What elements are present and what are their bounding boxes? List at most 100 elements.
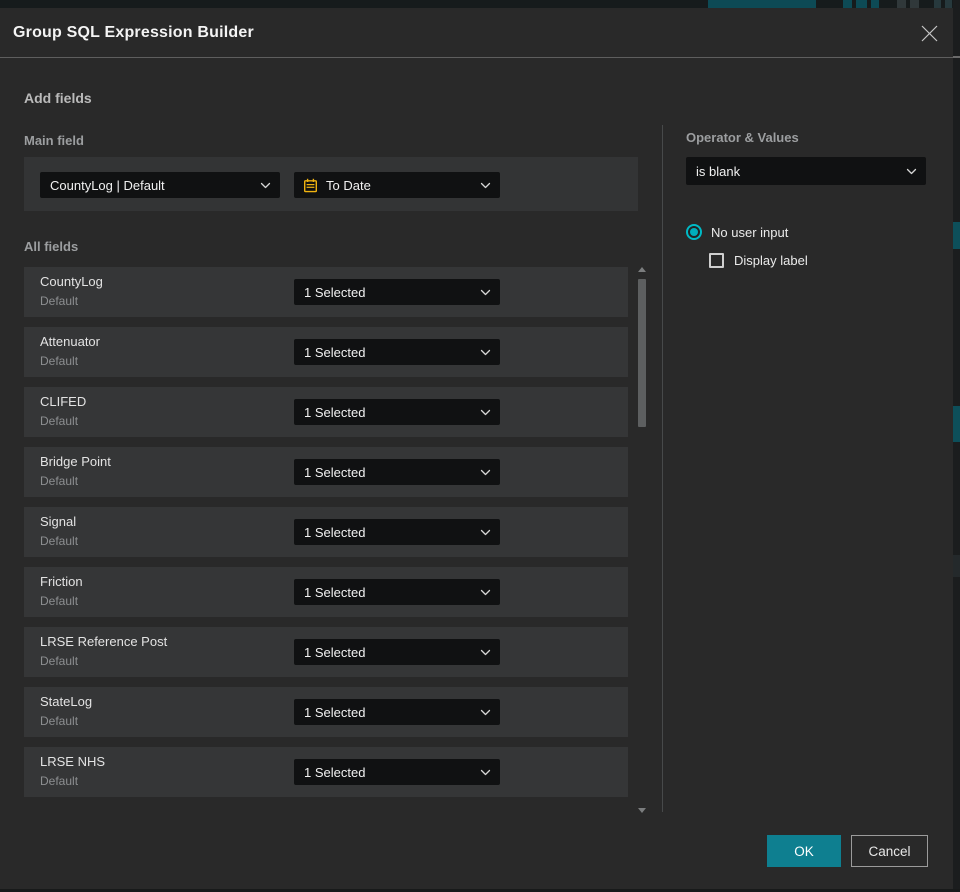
field-selected-value: 1 Selected	[304, 584, 366, 600]
no-user-input-label: No user input	[711, 224, 789, 240]
display-label-checkbox[interactable]: Display label	[709, 253, 808, 268]
operator-dropdown[interactable]: is blank	[686, 157, 926, 185]
date-field-dropdown[interactable]: To Date	[294, 172, 500, 198]
field-selected-value: 1 Selected	[304, 764, 366, 780]
field-name: CLIFED	[40, 394, 87, 409]
scrollbar-thumb[interactable]	[638, 279, 646, 427]
field-name: CountyLog	[40, 274, 103, 289]
field-row: Friction Default 1 Selected	[24, 567, 628, 617]
field-selected-value: 1 Selected	[304, 644, 366, 660]
dialog-title: Group SQL Expression Builder	[13, 24, 254, 41]
field-sublabel: Default	[40, 774, 79, 788]
field-selected-value: 1 Selected	[304, 524, 366, 540]
field-selected-dropdown[interactable]: 1 Selected	[294, 759, 500, 785]
fields-list-scrollbar[interactable]	[637, 265, 647, 813]
live-view-badge: ● Live view	[708, 0, 816, 8]
field-selected-dropdown[interactable]: 1 Selected	[294, 579, 500, 605]
field-row: LRSE NHS Default 1 Selected	[24, 747, 628, 797]
field-row: Attenuator Default 1 Selected	[24, 327, 628, 377]
background-fragment	[953, 406, 960, 442]
background-toolbar-fragment	[871, 0, 879, 8]
background-toolbar-fragment	[934, 0, 941, 8]
cancel-button[interactable]: Cancel	[851, 835, 928, 867]
field-selected-dropdown[interactable]: 1 Selected	[294, 639, 500, 665]
field-selected-value: 1 Selected	[304, 284, 366, 300]
background-fragment	[953, 222, 960, 249]
field-sublabel: Default	[40, 654, 79, 668]
chevron-down-icon	[906, 168, 926, 175]
field-selected-value: 1 Selected	[304, 464, 366, 480]
main-field-dropdown-value: CountyLog | Default	[50, 177, 165, 193]
background-toolbar-fragment	[897, 0, 906, 8]
field-selected-dropdown[interactable]: 1 Selected	[294, 699, 500, 725]
operator-values-label: Operator & Values	[686, 130, 799, 145]
all-fields-list: CountyLog Default 1 Selected Attenuator …	[24, 267, 628, 807]
field-sublabel: Default	[40, 354, 79, 368]
all-fields-label: All fields	[24, 239, 79, 254]
background-fragment	[953, 555, 960, 577]
panel-divider	[662, 125, 663, 812]
operator-dropdown-value: is blank	[696, 163, 741, 179]
field-row: Signal Default 1 Selected	[24, 507, 628, 557]
field-name: Attenuator	[40, 334, 100, 349]
ok-button[interactable]: OK	[767, 835, 841, 867]
live-view-label: ● Live view	[718, 0, 773, 3]
background-app-top-strip: ● Live view	[0, 0, 960, 8]
chevron-down-icon	[480, 709, 500, 716]
chevron-down-icon	[480, 769, 500, 776]
field-row: CLIFED Default 1 Selected	[24, 387, 628, 437]
field-name: LRSE NHS	[40, 754, 106, 769]
group-sql-expression-builder-dialog: Group SQL Expression Builder Add fields …	[0, 8, 953, 889]
background-toolbar-fragment	[910, 0, 919, 8]
field-row: Bridge Point Default 1 Selected	[24, 447, 628, 497]
background-toolbar-fragment	[856, 0, 867, 8]
dialog-title-bar: Group SQL Expression Builder	[0, 8, 953, 58]
add-fields-heading: Add fields	[24, 90, 92, 106]
field-sublabel: Default	[40, 534, 79, 548]
field-sublabel: Default	[40, 474, 79, 488]
background-app-right-strip	[953, 0, 960, 892]
main-field-label: Main field	[24, 133, 84, 148]
checkbox-icon	[709, 253, 724, 268]
field-name: Signal	[40, 514, 77, 529]
chevron-down-icon	[480, 409, 500, 416]
close-button[interactable]	[914, 18, 944, 48]
background-fragment	[953, 56, 960, 58]
field-selected-dropdown[interactable]: 1 Selected	[294, 519, 500, 545]
chevron-down-icon	[480, 182, 500, 189]
chevron-down-icon	[260, 182, 280, 189]
field-name: StateLog	[40, 694, 93, 709]
main-field-container: CountyLog | Default To Date	[24, 157, 638, 211]
field-selected-value: 1 Selected	[304, 344, 366, 360]
field-name: Bridge Point	[40, 454, 111, 469]
main-field-dropdown[interactable]: CountyLog | Default	[40, 172, 280, 198]
field-selected-dropdown[interactable]: 1 Selected	[294, 459, 500, 485]
chevron-down-icon	[480, 529, 500, 536]
field-selected-value: 1 Selected	[304, 704, 366, 720]
field-selected-dropdown[interactable]: 1 Selected	[294, 399, 500, 425]
date-field-dropdown-value: To Date	[326, 177, 371, 193]
scrollbar-up-arrow[interactable]	[638, 267, 646, 272]
field-selected-dropdown[interactable]: 1 Selected	[294, 339, 500, 365]
display-label-label: Display label	[734, 253, 808, 268]
chevron-down-icon	[480, 649, 500, 656]
no-user-input-radio[interactable]: No user input	[686, 224, 788, 240]
radio-dot	[690, 228, 698, 236]
field-selected-dropdown[interactable]: 1 Selected	[294, 279, 500, 305]
field-row: CountyLog Default 1 Selected	[24, 267, 628, 317]
chevron-down-icon	[480, 289, 500, 296]
chevron-down-icon	[480, 469, 500, 476]
field-selected-value: 1 Selected	[304, 404, 366, 420]
chevron-down-icon	[480, 349, 500, 356]
field-name: LRSE Reference Post	[40, 634, 168, 649]
radio-icon	[686, 224, 702, 240]
field-sublabel: Default	[40, 714, 79, 728]
field-row: StateLog Default 1 Selected	[24, 687, 628, 737]
field-row: LRSE Reference Post Default 1 Selected	[24, 627, 628, 677]
calendar-icon	[294, 178, 318, 193]
field-sublabel: Default	[40, 414, 79, 428]
close-icon	[921, 25, 937, 41]
field-sublabel: Default	[40, 594, 79, 608]
field-sublabel: Default	[40, 294, 79, 308]
scrollbar-down-arrow[interactable]	[638, 808, 646, 813]
